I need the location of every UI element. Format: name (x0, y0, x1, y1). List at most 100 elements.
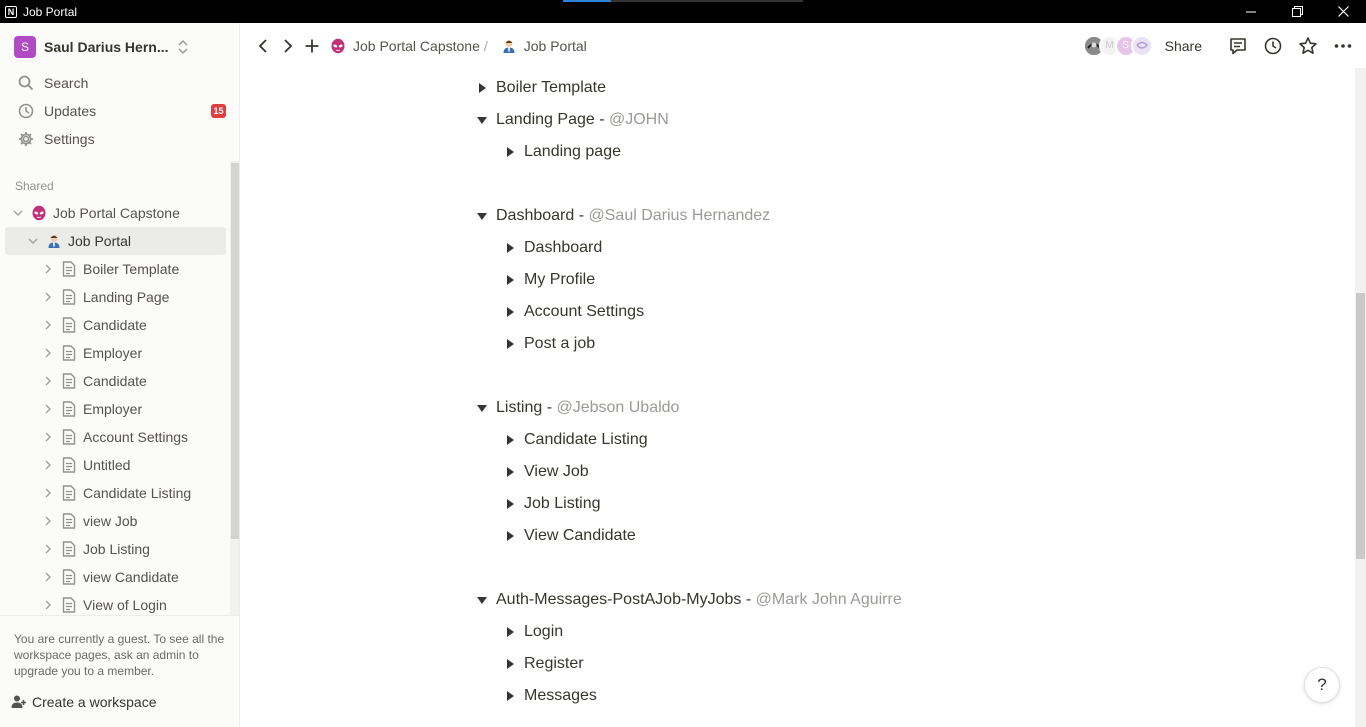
back-button[interactable] (251, 34, 275, 58)
toggle-block-child[interactable]: Landing page (500, 138, 621, 166)
page-content: Boiler Template Landing Page - @JOHN Landi… (240, 68, 1355, 727)
sidebar-search[interactable]: Search (8, 69, 232, 97)
caret-right-icon[interactable] (500, 462, 520, 482)
caret-right-icon[interactable] (500, 430, 520, 450)
caret-right-icon[interactable] (500, 526, 520, 546)
toggle-block-child[interactable]: Account Settings (500, 298, 644, 326)
caret-right-icon[interactable] (500, 494, 520, 514)
tree-item-job-portal[interactable]: Job Portal (5, 227, 226, 255)
tree-item-label: Job Portal (68, 233, 132, 249)
caret-right-icon[interactable] (500, 270, 520, 290)
chevron-right-icon[interactable] (40, 597, 56, 613)
toggle-block-child[interactable]: Login (500, 618, 563, 646)
history-button[interactable] (1260, 33, 1286, 59)
window-title: Job Portal (23, 4, 78, 19)
caret-right-icon[interactable] (500, 302, 520, 322)
tree-item-child[interactable]: Candidate Listing (40, 479, 226, 507)
toggle-block-child[interactable]: My Profile (500, 266, 595, 294)
tree-item-child[interactable]: Job Listing (40, 535, 226, 563)
alien-emoji-icon (30, 204, 48, 222)
toggle-block-child[interactable]: Messages (500, 682, 597, 710)
tree-item-label: Candidate (83, 317, 147, 333)
tree-item-child[interactable]: Employer (40, 395, 226, 423)
chevron-right-icon[interactable] (40, 289, 56, 305)
toggle-block-child[interactable]: Candidate Listing (500, 426, 648, 454)
minimize-button[interactable] (1228, 0, 1274, 23)
chevron-right-icon[interactable] (40, 485, 56, 501)
caret-right-icon[interactable] (500, 654, 520, 674)
chevron-right-icon[interactable] (40, 345, 56, 361)
tree-item-child[interactable]: view Job (40, 507, 226, 535)
user-mention[interactable]: @Jebson Ubaldo (556, 399, 679, 417)
tree-item-job-portal-capstone[interactable]: Job Portal Capstone (10, 199, 226, 227)
caret-right-icon[interactable] (472, 78, 492, 98)
user-mention[interactable]: @JOHN (609, 111, 669, 129)
user-mention[interactable]: @Mark John Aguirre (756, 591, 902, 609)
chevron-right-icon[interactable] (40, 513, 56, 529)
toggle-block[interactable]: Auth-Messages-PostAJob-MyJobs - @Mark Jo… (472, 586, 902, 614)
caret-right-icon[interactable] (500, 142, 520, 162)
tree-item-child[interactable]: Landing Page (40, 283, 226, 311)
caret-down-icon[interactable] (472, 206, 492, 226)
breadcrumb-job-portal[interactable]: Job Portal (500, 37, 587, 55)
chevron-down-icon[interactable] (25, 233, 41, 249)
close-button[interactable] (1320, 0, 1366, 23)
star-icon (1299, 36, 1317, 54)
sidebar-settings[interactable]: Settings (8, 125, 232, 153)
chevron-down-icon[interactable] (10, 205, 26, 221)
chevron-right-icon[interactable] (40, 261, 56, 277)
help-button[interactable]: ? (1304, 667, 1340, 703)
caret-right-icon[interactable] (500, 334, 520, 354)
toggle-block[interactable]: Listing - @Jebson Ubaldo (472, 394, 679, 422)
tree-item-child[interactable]: Untitled (40, 451, 226, 479)
toggle-block[interactable]: Boiler Template (472, 74, 606, 102)
toggle-block-child[interactable]: Dashboard (500, 234, 602, 262)
caret-down-icon[interactable] (472, 110, 492, 130)
notion-logo-icon: N (5, 5, 17, 18)
toggle-block-child[interactable]: Job Listing (500, 490, 601, 518)
tree-item-child[interactable]: Boiler Template (40, 255, 226, 283)
avatar[interactable] (1130, 34, 1153, 57)
sidebar-updates[interactable]: Updates 15 (8, 97, 232, 125)
breadcrumb-job-portal-capstone[interactable]: Job Portal Capstone (329, 37, 480, 55)
create-workspace-button[interactable]: Create a workspace (10, 690, 157, 714)
chevron-right-icon[interactable] (40, 317, 56, 333)
toggle-block[interactable]: Dashboard - @Saul Darius Hernandez (472, 202, 770, 230)
chevron-right-icon[interactable] (40, 429, 56, 445)
new-page-button[interactable] (300, 34, 324, 58)
toggle-block-child[interactable]: View Candidate (500, 522, 636, 550)
chevron-right-icon[interactable] (40, 541, 56, 557)
toggle-block-child[interactable]: Post a job (500, 330, 595, 358)
caret-down-icon[interactable] (472, 398, 492, 418)
chevron-right-icon[interactable] (40, 457, 56, 473)
toggle-block-child[interactable]: View Job (500, 458, 589, 486)
tree-item-label: Account Settings (83, 429, 189, 445)
share-button[interactable]: Share (1165, 38, 1202, 54)
tree-item-child[interactable]: Candidate (40, 311, 226, 339)
caret-right-icon[interactable] (500, 238, 520, 258)
guest-notice: You are currently a guest. To see all th… (0, 615, 239, 727)
caret-down-icon[interactable] (472, 590, 492, 610)
chevron-right-icon[interactable] (40, 569, 56, 585)
restore-button[interactable] (1274, 0, 1320, 23)
tree-item-child[interactable]: View of Login (40, 591, 226, 617)
tree-item-child[interactable]: Account Settings (40, 423, 226, 451)
user-mention[interactable]: @Saul Darius Hernandez (589, 207, 771, 225)
tree-item-child[interactable]: Candidate (40, 367, 226, 395)
main-scrollbar-thumb[interactable] (1356, 293, 1365, 559)
caret-right-icon[interactable] (500, 622, 520, 642)
collaborator-avatars[interactable]: M S (1082, 34, 1153, 57)
forward-button[interactable] (276, 34, 300, 58)
tree-item-child[interactable]: view Candidate (40, 563, 226, 591)
caret-right-icon[interactable] (500, 686, 520, 706)
toggle-block-child[interactable]: Register (500, 650, 584, 678)
tree-item-child[interactable]: Employer (40, 339, 226, 367)
toggle-block[interactable]: Landing Page - @JOHN (472, 106, 669, 134)
workspace-switcher[interactable]: S Saul Darius Hern... (8, 33, 232, 61)
chevron-right-icon[interactable] (40, 373, 56, 389)
sidebar-scrollbar-thumb[interactable] (231, 163, 239, 539)
chevron-right-icon[interactable] (40, 401, 56, 417)
more-options-button[interactable] (1330, 33, 1356, 59)
comments-button[interactable] (1225, 33, 1251, 59)
favorite-button[interactable] (1295, 33, 1321, 59)
